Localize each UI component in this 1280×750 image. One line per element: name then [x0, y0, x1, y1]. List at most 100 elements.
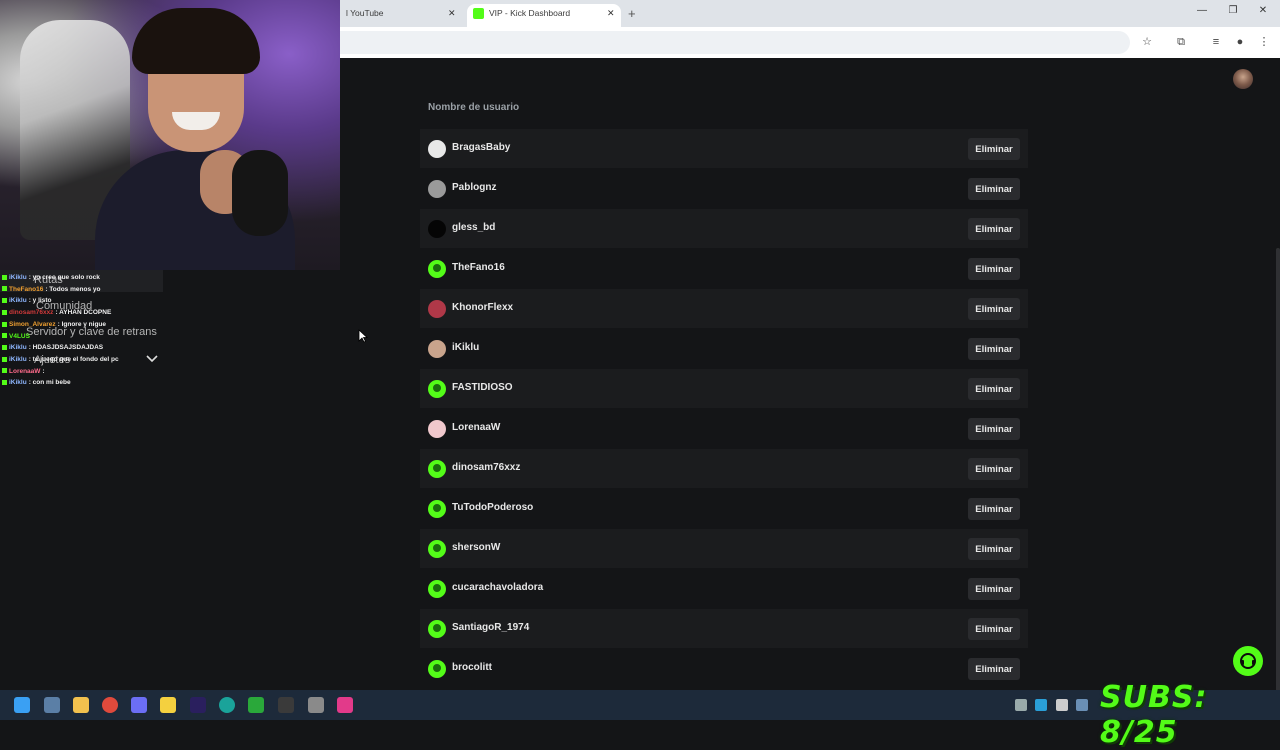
premiere-icon[interactable] [190, 697, 206, 713]
support-icon [1240, 653, 1256, 669]
address-bar[interactable] [340, 31, 1130, 54]
username: brocolitt [452, 662, 492, 673]
chat-text: : yo creo que solo rock [28, 274, 100, 281]
chat-username: dinosam76xxz [9, 309, 54, 317]
chat-badge-icon [2, 368, 7, 374]
avatar [428, 420, 446, 438]
bookmark-star-icon[interactable]: ☆ [1139, 34, 1155, 50]
vip-table: Nombre de usuario BragasBaby Eliminar Pabl… [420, 98, 1028, 688]
more-menu-icon[interactable]: ⋮ [1256, 34, 1272, 50]
table-row: TuTodoPoderoso Eliminar [420, 488, 1028, 528]
scrollbar[interactable] [1276, 248, 1280, 698]
sticky-notes-icon[interactable] [160, 697, 176, 713]
chat-badge-icon [2, 286, 7, 292]
chat-badge-icon [2, 309, 7, 315]
chat-text: : te juego que el fondo del pc [28, 355, 119, 363]
chat-badge-icon [2, 333, 7, 339]
delete-button[interactable]: Eliminar [968, 298, 1020, 320]
delete-button[interactable]: Eliminar [968, 538, 1020, 560]
chrome-icon[interactable] [102, 697, 118, 713]
username: FASTIDIOSO [452, 382, 513, 393]
delete-button[interactable]: Eliminar [968, 218, 1020, 240]
chat-username: iKiklu [9, 355, 27, 363]
profile-extension-icon[interactable]: ● [1232, 34, 1248, 50]
app-icon[interactable] [248, 697, 264, 713]
delete-button[interactable]: Eliminar [968, 138, 1020, 160]
file-explorer-icon[interactable] [73, 697, 89, 713]
avatar [428, 580, 446, 598]
table-row: cucarachavoladora Eliminar [420, 568, 1028, 608]
browser-toolbar: ☆ ⧉ ≡ ● ⋮ [340, 27, 1280, 58]
chat-message: iKiklu: con mi bebe [2, 379, 71, 386]
username: cucarachavoladora [452, 582, 544, 593]
discord-icon[interactable] [131, 697, 147, 713]
table-row: SantiagoR_1974 Eliminar [420, 608, 1028, 648]
help-button[interactable] [1233, 646, 1263, 676]
terminal-icon[interactable] [278, 697, 294, 713]
chat-username: Simon_Alvarez [9, 320, 56, 328]
delete-button[interactable]: Eliminar [968, 338, 1020, 360]
username: gless_bd [452, 222, 496, 233]
avatar[interactable] [1233, 69, 1253, 89]
avatar [428, 660, 446, 678]
tray-chevron-icon[interactable] [1015, 699, 1027, 711]
username: KhonorFlexx [452, 302, 514, 313]
column-header-username: Nombre de usuario [428, 102, 520, 113]
chat-username: iKiklu [9, 379, 27, 387]
table-row: FASTIDIOSO Eliminar [420, 368, 1028, 408]
avatar [428, 180, 446, 198]
delete-button[interactable]: Eliminar [968, 658, 1020, 680]
delete-button[interactable]: Eliminar [968, 578, 1020, 600]
close-icon[interactable]: ✕ [448, 4, 456, 23]
delete-button[interactable]: Eliminar [968, 618, 1020, 640]
username: TheFano16 [452, 262, 505, 273]
delete-button[interactable]: Eliminar [968, 378, 1020, 400]
chat-message: Simon_Alvarez: Ignore y nigue [2, 321, 106, 328]
delete-button[interactable]: Eliminar [968, 178, 1020, 200]
app-icon[interactable] [308, 697, 324, 713]
ghost-menu-item: Servidor y clave de retrans [26, 326, 157, 338]
avatar [428, 540, 446, 558]
tab-title: l YouTube [346, 8, 384, 18]
windows-start-icon[interactable] [14, 697, 30, 713]
delete-button[interactable]: Eliminar [968, 258, 1020, 280]
steam-icon[interactable] [1076, 699, 1088, 711]
chat-text: : AYHAN DCOPNE [55, 309, 112, 317]
restore-icon[interactable]: ❐ [1223, 5, 1243, 16]
close-icon[interactable]: ✕ [607, 4, 615, 23]
new-tab-button[interactable]: + [628, 4, 636, 23]
chat-text: : Todos menos yo [45, 285, 101, 293]
chat-text: : Ignore y nigue [57, 320, 107, 328]
delete-button[interactable]: Eliminar [968, 498, 1020, 520]
chat-username: LorenaaW [9, 367, 41, 375]
chat-message: TheFano16: Todos menos yo [2, 286, 100, 293]
table-row: TheFano16 Eliminar [420, 248, 1028, 288]
tray-app-icon[interactable] [1035, 699, 1047, 711]
close-window-icon[interactable]: ✕ [1253, 5, 1273, 16]
avatar [428, 260, 446, 278]
chat-badge-icon [2, 356, 7, 362]
app-icon[interactable] [219, 697, 235, 713]
username: TuTodoPoderoso [452, 502, 534, 513]
browser-tab-bar: l YouTube ✕ VIP - Kick Dashboard ✕ + — ❐… [340, 0, 1280, 27]
task-view-icon[interactable] [44, 697, 60, 713]
chat-message: iKiklu: HDASJDSAJSDAJDAS [2, 344, 103, 351]
tab-youtube[interactable]: l YouTube ✕ [340, 4, 464, 27]
delete-button[interactable]: Eliminar [968, 418, 1020, 440]
extensions-icon[interactable]: ⧉ [1173, 34, 1189, 50]
chat-badge-icon [2, 321, 7, 327]
chat-message: iKiklu: y listo [2, 297, 51, 304]
table-row: brocolitt Eliminar [420, 648, 1028, 688]
tab-kick-dashboard[interactable]: VIP - Kick Dashboard ✕ [467, 4, 621, 27]
avatar [428, 300, 446, 318]
tray-app-icon[interactable] [1056, 699, 1068, 711]
username: dinosam76xxz [452, 462, 521, 473]
minimize-icon[interactable]: — [1192, 5, 1212, 16]
subs-goal-overlay: SUBS: 8/25 [1100, 680, 1208, 750]
app-icon[interactable] [337, 697, 353, 713]
table-row: gless_bd Eliminar [420, 208, 1028, 248]
delete-button[interactable]: Eliminar [968, 458, 1020, 480]
table-row: dinosam76xxz Eliminar [420, 448, 1028, 488]
media-control-icon[interactable]: ≡ [1208, 34, 1224, 50]
username: shersonW [452, 542, 501, 553]
